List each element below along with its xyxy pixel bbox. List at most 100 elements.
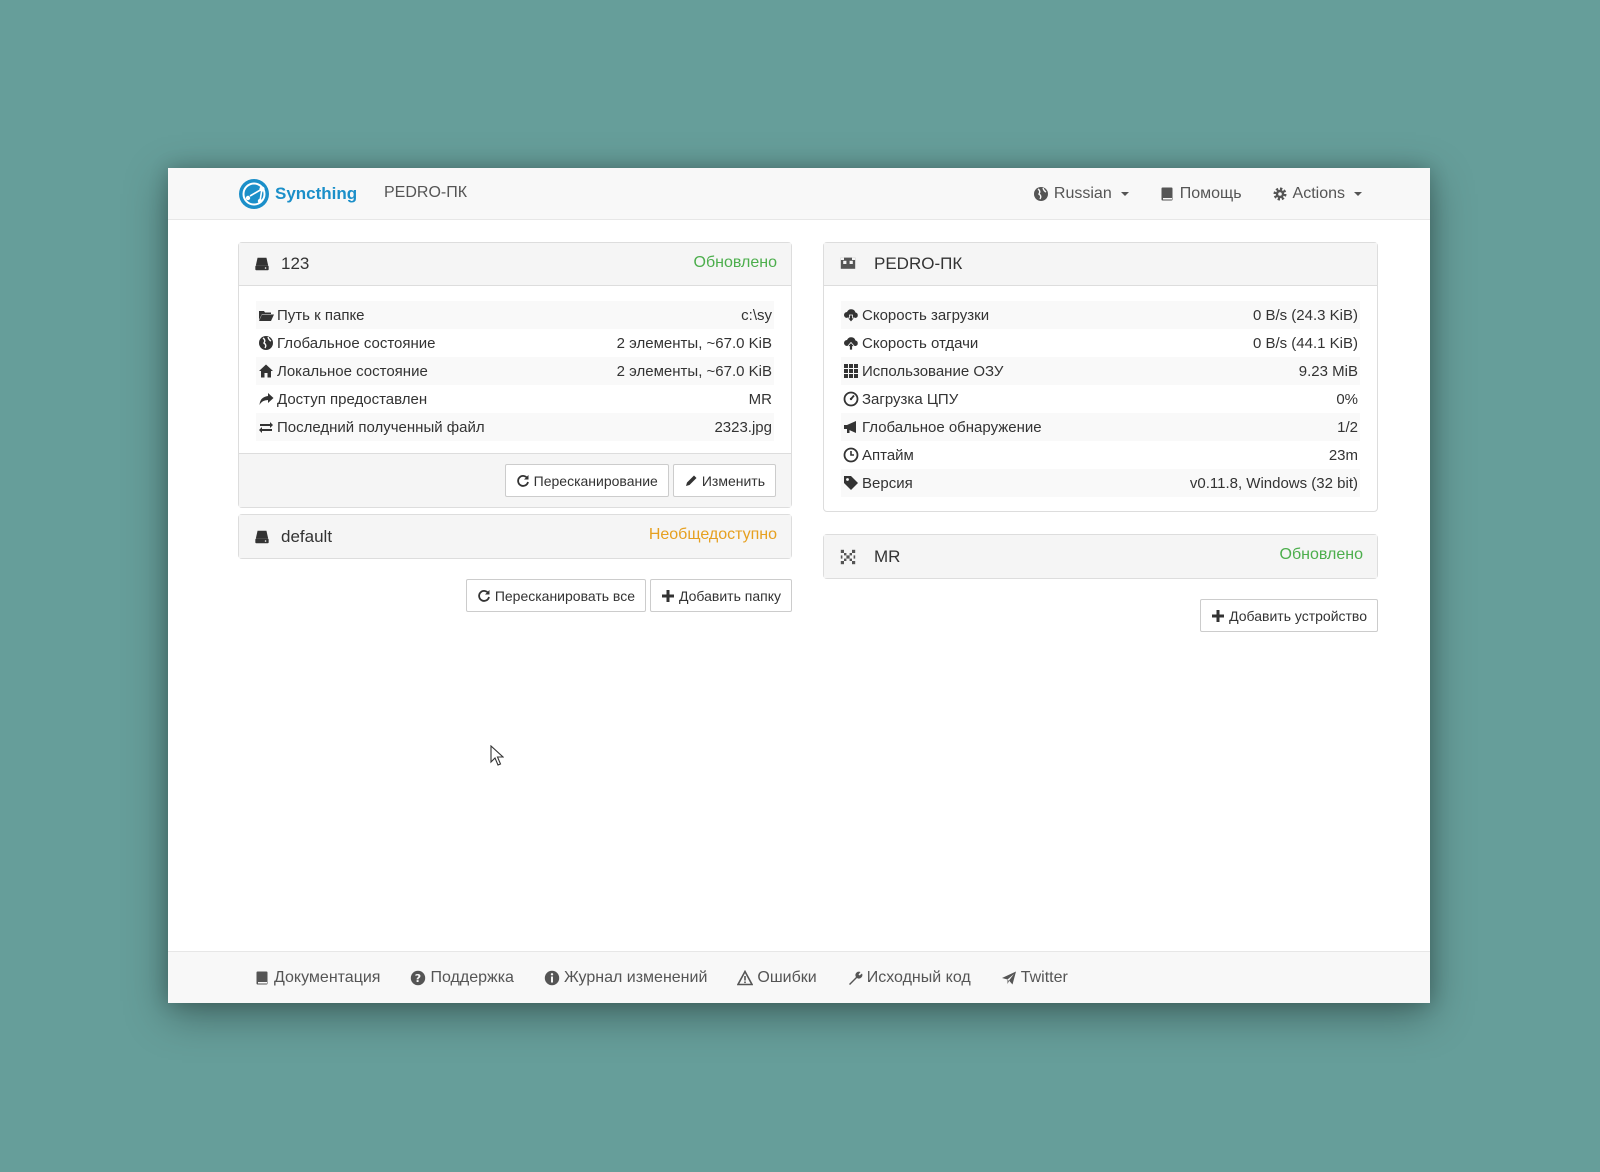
row-label: Локальное состояние: [277, 362, 428, 380]
cloud-download-icon: [843, 307, 859, 323]
svg-text:?: ?: [415, 972, 421, 985]
app-window: Syncthing PEDRO-ПК Russian Помощь Action…: [168, 168, 1430, 1003]
plus-icon: [1211, 609, 1225, 623]
rescan-all-label: Пересканировать все: [494, 587, 635, 604]
row-value: 2 элементы, ~67.0 KiB: [562, 357, 774, 385]
edit-button[interactable]: Изменить: [672, 464, 776, 497]
actions-dropdown[interactable]: Actions: [1272, 185, 1362, 203]
table-row: Скорость отдачи 0 B/s (44.1 KiB): [841, 329, 1360, 357]
twitter-link[interactable]: Twitter: [1001, 969, 1068, 987]
rescan-label: Пересканирование: [533, 472, 658, 489]
table-row: Последний полученный файл 2323.jpg: [256, 413, 774, 441]
table-row: Глобальное обнаружение 1/2: [841, 413, 1360, 441]
folder-name: default: [281, 526, 333, 546]
brand-text: Syncthing: [275, 184, 358, 203]
globe-icon: [1033, 186, 1049, 202]
table-row: Загрузка ЦПУ 0%: [841, 385, 1360, 413]
row-label: Глобальное состояние: [277, 334, 436, 352]
table-row: Локальное состояние 2 элементы, ~67.0 Ki…: [256, 357, 774, 385]
pencil-icon: [684, 474, 698, 488]
gear-icon: [1272, 186, 1288, 202]
folders-column: 123 Обновлено Путь к папке c:\sy Глобаль…: [238, 242, 792, 612]
docs-label: Документация: [274, 968, 381, 986]
navbar: Syncthing PEDRO-ПК Russian Помощь Action…: [168, 168, 1430, 220]
device-identicon-icon: [838, 547, 858, 567]
row-value: 0 B/s (44.1 KiB): [1252, 334, 1358, 352]
send-icon: [1001, 970, 1017, 986]
row-value: 2323.jpg: [562, 413, 774, 441]
plus-icon: [661, 589, 675, 603]
docs-link[interactable]: Документация: [254, 969, 380, 987]
this-device-heading: PEDRO-ПК: [824, 243, 1377, 286]
chevron-down-icon: [1120, 192, 1129, 196]
info-icon: [544, 970, 560, 986]
bugs-link[interactable]: Ошибки: [737, 968, 817, 987]
table-row: Путь к папке c:\sy: [256, 301, 774, 329]
row-label: Аптайм: [862, 446, 914, 464]
help-label: Помощь: [1179, 185, 1242, 202]
row-label: Скорость отдачи: [862, 334, 979, 352]
source-link[interactable]: Исходный код: [847, 969, 971, 987]
remote-device-heading[interactable]: MR Обновлено: [824, 535, 1377, 578]
row-value: MR: [748, 390, 772, 408]
row-value: 0 B/s (24.3 KiB): [1121, 301, 1360, 329]
device-identicon-icon: [838, 254, 858, 274]
add-device-button[interactable]: Добавить устройство: [1200, 599, 1378, 632]
share-icon: [258, 391, 274, 407]
hdd-icon: [253, 255, 271, 273]
wrench-icon: [847, 970, 863, 986]
row-label: Скорость загрузки: [862, 306, 990, 324]
row-label: Путь к папке: [277, 306, 365, 324]
this-device-name: PEDRO-ПК: [874, 254, 963, 273]
row-label: Доступ предоставлен: [277, 390, 428, 408]
folder-heading[interactable]: 123 Обновлено: [239, 243, 791, 286]
syncthing-logo-icon: [238, 178, 270, 210]
row-value: 23m: [1328, 446, 1358, 464]
folder-panel-default: default Необщедоступно: [238, 514, 792, 559]
table-row: Скорость загрузки 0 B/s (24.3 KiB): [841, 301, 1360, 329]
language-dropdown[interactable]: Russian: [1033, 185, 1129, 203]
grid-icon: [843, 363, 859, 379]
refresh-icon: [516, 474, 530, 488]
row-label: Последний полученный файл: [277, 418, 485, 436]
device-info-table: Скорость загрузки 0 B/s (24.3 KiB) Скоро…: [841, 301, 1360, 497]
folder-heading[interactable]: default Необщедоступно: [239, 515, 791, 558]
table-row: Доступ предоставлен MR: [256, 385, 774, 413]
table-row: Глобальное состояние 2 элементы, ~67.0 K…: [256, 329, 774, 357]
chevron-down-icon: [1354, 192, 1362, 196]
transfer-icon: [258, 419, 274, 435]
bugs-label: Ошибки: [757, 968, 817, 986]
refresh-icon: [477, 589, 491, 603]
clock-icon: [843, 447, 859, 463]
remote-device-name: MR: [874, 546, 901, 566]
tag-icon: [843, 475, 859, 491]
hdd-icon: [253, 528, 271, 546]
table-row: Аптайм 23m: [841, 441, 1360, 469]
edit-label: Изменить: [701, 472, 765, 489]
remote-device-panel-mr: MR Обновлено: [823, 534, 1378, 579]
changelog-link[interactable]: Журнал изменений: [544, 969, 707, 987]
rescan-button[interactable]: Пересканирование: [504, 464, 669, 497]
brand-logo[interactable]: Syncthing: [238, 178, 357, 210]
bullhorn-icon: [843, 419, 859, 435]
rescan-all-button[interactable]: Пересканировать все: [465, 579, 646, 612]
row-label: Использование ОЗУ: [862, 362, 1004, 380]
folder-panel-123: 123 Обновлено Путь к папке c:\sy Глобаль…: [238, 242, 792, 508]
book-icon: [254, 970, 270, 986]
mouse-cursor-icon: [490, 745, 504, 766]
row-value: v0.11.8, Windows (32 bit): [1121, 469, 1360, 497]
support-link[interactable]: ? Поддержка: [410, 969, 514, 987]
table-row: Версия v0.11.8, Windows (32 bit): [841, 469, 1360, 497]
folder-status: Необщедоступно: [648, 526, 777, 543]
add-folder-label: Добавить папку: [679, 587, 781, 604]
help-link[interactable]: Помощь: [1159, 185, 1242, 203]
home-icon: [258, 363, 274, 379]
row-label: Загрузка ЦПУ: [862, 390, 959, 408]
folder-open-icon: [258, 307, 274, 323]
footer-bar: Документация ? Поддержка Журнал изменени…: [168, 951, 1430, 1003]
devices-column: PEDRO-ПК Скорость загрузки 0 B/s (24.3 K…: [823, 242, 1378, 632]
globe-icon: [258, 335, 274, 351]
add-folder-button[interactable]: Добавить папку: [650, 579, 792, 612]
row-value: c:\sy: [562, 301, 774, 329]
row-value: 9.23 MiB: [1121, 357, 1360, 385]
